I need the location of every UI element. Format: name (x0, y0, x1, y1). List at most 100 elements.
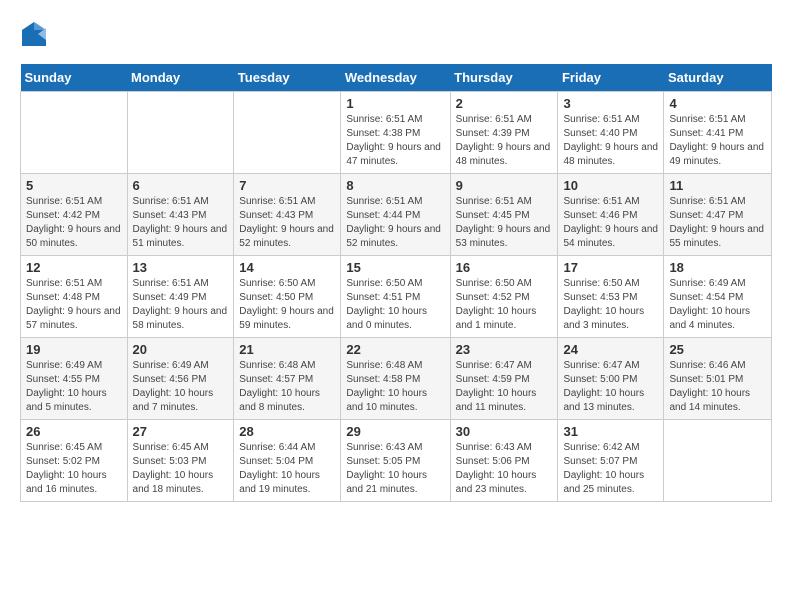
calendar-cell: 23Sunrise: 6:47 AM Sunset: 4:59 PM Dayli… (450, 338, 558, 420)
calendar-cell: 11 Sunrise: 6:51 AM Sunset: 4:47 PM Dayli… (664, 174, 772, 256)
calendar-cell: 2 Sunrise: 6:51 AM Sunset: 4:39 PM Daylig… (450, 92, 558, 174)
day-number: 16 (456, 260, 553, 275)
calendar-cell: 10 Sunrise: 6:51 AM Sunset: 4:46 PM Dayli… (558, 174, 664, 256)
calendar-cell: 26 Sunrise: 6:45 AM Sunset: 5:02 PM Dayli… (21, 420, 128, 502)
day-number: 6 (133, 178, 229, 193)
calendar-cell (234, 92, 341, 174)
day-info: Sunrise: 6:50 AM Sunset: 4:51 PM Dayligh… (346, 277, 444, 333)
calendar-cell: 21 Sunrise: 6:48 AM Sunset: 4:57 PM Dayli… (234, 338, 341, 420)
day-info: Sunrise: 6:51 AM Sunset: 4:39 PM Dayligh… (456, 113, 553, 169)
day-number: 1 (346, 96, 444, 111)
day-number: 29 (346, 424, 444, 439)
header-day-sunday: Sunday (21, 64, 128, 92)
calendar-cell: 31 Sunrise: 6:42 AM Sunset: 5:07 PM Dayli… (558, 420, 664, 502)
day-info: Sunrise: 6:51 AM Sunset: 4:45 PM Dayligh… (456, 195, 553, 251)
day-info: Sunrise: 6:46 AM Sunset: 5:01 PM Dayligh… (669, 359, 766, 415)
day-number: 9 (456, 178, 553, 193)
day-number: 13 (133, 260, 229, 275)
calendar-cell: 27Sunrise: 6:45 AM Sunset: 5:03 PM Dayli… (127, 420, 234, 502)
page-header (20, 20, 772, 48)
calendar-body: 1Sunrise: 6:51 AM Sunset: 4:38 PM Daylig… (21, 92, 772, 502)
day-number: 28 (239, 424, 335, 439)
calendar-cell: 28 Sunrise: 6:44 AM Sunset: 5:04 PM Dayli… (234, 420, 341, 502)
calendar-cell: 16 Sunrise: 6:50 AM Sunset: 4:52 PM Dayli… (450, 256, 558, 338)
day-number: 7 (239, 178, 335, 193)
day-info: Sunrise: 6:42 AM Sunset: 5:07 PM Dayligh… (563, 441, 658, 497)
calendar-cell: 4 Sunrise: 6:51 AM Sunset: 4:41 PM Daylig… (664, 92, 772, 174)
calendar-cell: 12 Sunrise: 6:51 AM Sunset: 4:48 PM Dayli… (21, 256, 128, 338)
day-info: Sunrise: 6:51 AM Sunset: 4:47 PM Dayligh… (669, 195, 766, 251)
week-row-2: 5Sunrise: 6:51 AM Sunset: 4:42 PM Daylig… (21, 174, 772, 256)
day-number: 22 (346, 342, 444, 357)
day-info: Sunrise: 6:49 AM Sunset: 4:56 PM Dayligh… (133, 359, 229, 415)
header-day-tuesday: Tuesday (234, 64, 341, 92)
day-number: 25 (669, 342, 766, 357)
day-number: 19 (26, 342, 122, 357)
day-number: 26 (26, 424, 122, 439)
day-info: Sunrise: 6:47 AM Sunset: 4:59 PM Dayligh… (456, 359, 553, 415)
calendar-cell: 18 Sunrise: 6:49 AM Sunset: 4:54 PM Dayli… (664, 256, 772, 338)
week-row-4: 19 Sunrise: 6:49 AM Sunset: 4:55 PM Dayli… (21, 338, 772, 420)
header-day-friday: Friday (558, 64, 664, 92)
day-info: Sunrise: 6:51 AM Sunset: 4:43 PM Dayligh… (239, 195, 335, 251)
day-number: 4 (669, 96, 766, 111)
calendar-cell: 17Sunrise: 6:50 AM Sunset: 4:53 PM Dayli… (558, 256, 664, 338)
day-info: Sunrise: 6:44 AM Sunset: 5:04 PM Dayligh… (239, 441, 335, 497)
calendar-cell: 6 Sunrise: 6:51 AM Sunset: 4:43 PM Daylig… (127, 174, 234, 256)
day-info: Sunrise: 6:51 AM Sunset: 4:43 PM Dayligh… (133, 195, 229, 251)
calendar-cell: 19 Sunrise: 6:49 AM Sunset: 4:55 PM Dayli… (21, 338, 128, 420)
day-number: 18 (669, 260, 766, 275)
header-day-saturday: Saturday (664, 64, 772, 92)
day-info: Sunrise: 6:47 AM Sunset: 5:00 PM Dayligh… (563, 359, 658, 415)
logo-icon (20, 20, 48, 48)
day-info: Sunrise: 6:51 AM Sunset: 4:48 PM Dayligh… (26, 277, 122, 333)
day-info: Sunrise: 6:51 AM Sunset: 4:41 PM Dayligh… (669, 113, 766, 169)
calendar-cell: 30Sunrise: 6:43 AM Sunset: 5:06 PM Dayli… (450, 420, 558, 502)
week-row-3: 12 Sunrise: 6:51 AM Sunset: 4:48 PM Dayli… (21, 256, 772, 338)
calendar-cell (21, 92, 128, 174)
header-day-thursday: Thursday (450, 64, 558, 92)
calendar-cell: 9 Sunrise: 6:51 AM Sunset: 4:45 PM Daylig… (450, 174, 558, 256)
calendar-cell: 24Sunrise: 6:47 AM Sunset: 5:00 PM Dayli… (558, 338, 664, 420)
day-number: 12 (26, 260, 122, 275)
header-day-monday: Monday (127, 64, 234, 92)
day-number: 14 (239, 260, 335, 275)
day-number: 21 (239, 342, 335, 357)
day-info: Sunrise: 6:48 AM Sunset: 4:57 PM Dayligh… (239, 359, 335, 415)
week-row-1: 1Sunrise: 6:51 AM Sunset: 4:38 PM Daylig… (21, 92, 772, 174)
day-info: Sunrise: 6:50 AM Sunset: 4:53 PM Dayligh… (563, 277, 658, 333)
calendar-header: SundayMondayTuesdayWednesdayThursdayFrid… (21, 64, 772, 92)
calendar-cell: 1Sunrise: 6:51 AM Sunset: 4:38 PM Daylig… (341, 92, 450, 174)
day-number: 15 (346, 260, 444, 275)
day-info: Sunrise: 6:49 AM Sunset: 4:54 PM Dayligh… (669, 277, 766, 333)
calendar-cell: 13Sunrise: 6:51 AM Sunset: 4:49 PM Dayli… (127, 256, 234, 338)
day-info: Sunrise: 6:51 AM Sunset: 4:42 PM Dayligh… (26, 195, 122, 251)
day-info: Sunrise: 6:48 AM Sunset: 4:58 PM Dayligh… (346, 359, 444, 415)
day-info: Sunrise: 6:43 AM Sunset: 5:06 PM Dayligh… (456, 441, 553, 497)
day-number: 8 (346, 178, 444, 193)
calendar-cell: 3 Sunrise: 6:51 AM Sunset: 4:40 PM Daylig… (558, 92, 664, 174)
day-number: 31 (563, 424, 658, 439)
day-info: Sunrise: 6:51 AM Sunset: 4:44 PM Dayligh… (346, 195, 444, 251)
day-info: Sunrise: 6:49 AM Sunset: 4:55 PM Dayligh… (26, 359, 122, 415)
day-info: Sunrise: 6:51 AM Sunset: 4:40 PM Dayligh… (563, 113, 658, 169)
day-info: Sunrise: 6:50 AM Sunset: 4:50 PM Dayligh… (239, 277, 335, 333)
calendar-cell: 14 Sunrise: 6:50 AM Sunset: 4:50 PM Dayli… (234, 256, 341, 338)
calendar-cell: 5Sunrise: 6:51 AM Sunset: 4:42 PM Daylig… (21, 174, 128, 256)
week-row-5: 26 Sunrise: 6:45 AM Sunset: 5:02 PM Dayli… (21, 420, 772, 502)
calendar-cell: 20Sunrise: 6:49 AM Sunset: 4:56 PM Dayli… (127, 338, 234, 420)
day-number: 2 (456, 96, 553, 111)
calendar-table: SundayMondayTuesdayWednesdayThursdayFrid… (20, 64, 772, 502)
calendar-cell (664, 420, 772, 502)
day-info: Sunrise: 6:45 AM Sunset: 5:02 PM Dayligh… (26, 441, 122, 497)
day-number: 11 (669, 178, 766, 193)
calendar-cell: 7 Sunrise: 6:51 AM Sunset: 4:43 PM Daylig… (234, 174, 341, 256)
calendar-cell: 8 Sunrise: 6:51 AM Sunset: 4:44 PM Daylig… (341, 174, 450, 256)
calendar-cell: 22 Sunrise: 6:48 AM Sunset: 4:58 PM Dayli… (341, 338, 450, 420)
calendar-cell (127, 92, 234, 174)
day-number: 3 (563, 96, 658, 111)
day-info: Sunrise: 6:43 AM Sunset: 5:05 PM Dayligh… (346, 441, 444, 497)
day-info: Sunrise: 6:50 AM Sunset: 4:52 PM Dayligh… (456, 277, 553, 333)
day-info: Sunrise: 6:51 AM Sunset: 4:46 PM Dayligh… (563, 195, 658, 251)
day-number: 10 (563, 178, 658, 193)
